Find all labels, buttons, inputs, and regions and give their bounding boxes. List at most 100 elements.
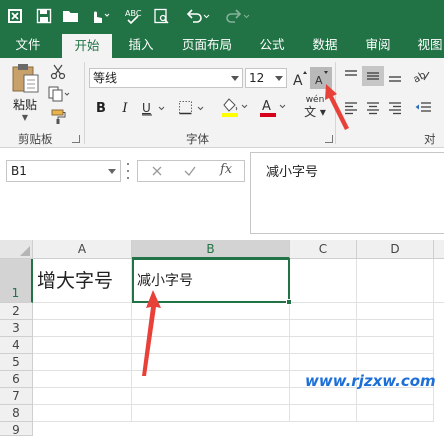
cell-d1[interactable] (357, 259, 434, 303)
grid-cell[interactable] (132, 405, 290, 422)
font-color-button[interactable]: A (256, 95, 290, 119)
grid-cell[interactable] (33, 371, 132, 388)
format-painter-button[interactable] (48, 107, 68, 127)
paste-icon (12, 64, 39, 93)
clipboard-group-label: 剪贴板 (18, 132, 53, 146)
scissors-icon (50, 64, 66, 80)
row-header-6[interactable]: 6 (0, 371, 33, 388)
grid-cell[interactable] (290, 388, 357, 405)
row-header-1[interactable]: 1 (0, 259, 33, 303)
borders-button[interactable] (176, 98, 208, 118)
italic-button[interactable]: I (116, 98, 134, 118)
grid-cell[interactable] (357, 320, 434, 337)
paste-button[interactable]: 粘贴 ▼ (6, 62, 44, 122)
font-name-combo[interactable]: 等线 (89, 68, 243, 88)
cancel-icon[interactable] (150, 164, 164, 181)
grid-cell[interactable] (357, 337, 434, 354)
font-size-combo[interactable]: 12 (245, 68, 287, 88)
tab-file[interactable]: 文件 (6, 31, 50, 58)
row-header-3[interactable]: 3 (0, 320, 33, 337)
cell-c1[interactable] (290, 259, 357, 303)
enter-icon[interactable] (183, 164, 197, 181)
copy-icon (48, 86, 70, 102)
row-header-8[interactable]: 8 (0, 405, 33, 422)
tab-insert[interactable]: 插入 (118, 31, 164, 58)
align-center-icon (367, 102, 379, 115)
row-header-7[interactable]: 7 (0, 388, 33, 405)
chevron-down-icon[interactable] (108, 161, 116, 187)
grid-cell[interactable] (357, 405, 434, 422)
align-middle-button[interactable] (362, 66, 384, 86)
grid-cell[interactable] (33, 354, 132, 371)
grid-cell[interactable] (33, 320, 132, 337)
font-size-value: 12 (249, 71, 265, 85)
touch-mode-icon[interactable] (86, 0, 112, 31)
name-box-value: B1 (11, 164, 27, 178)
grid-cell[interactable] (33, 303, 132, 320)
tab-view[interactable]: 视图 (410, 31, 444, 58)
grid-cell[interactable] (290, 320, 357, 337)
chevron-down-icon[interactable] (230, 69, 240, 87)
row-header-4[interactable]: 4 (0, 337, 33, 354)
select-all-button[interactable] (0, 240, 33, 259)
borders-icon (179, 101, 204, 115)
tab-home[interactable]: 开始 (62, 34, 112, 58)
grid-cell[interactable] (290, 337, 357, 354)
folder-open-icon[interactable] (60, 0, 82, 31)
chevron-down-icon[interactable] (274, 69, 284, 87)
cut-button[interactable] (48, 62, 68, 82)
decrease-indent-button[interactable] (410, 98, 436, 118)
fill-handle[interactable] (286, 299, 292, 305)
tab-review[interactable]: 审阅 (358, 31, 398, 58)
name-box[interactable]: B1 (6, 160, 121, 182)
tab-page-layout[interactable]: 页面布局 (172, 31, 242, 58)
tab-formulas[interactable]: 公式 (252, 31, 292, 58)
spelling-check-icon[interactable]: ABC (122, 0, 144, 31)
column-header-b[interactable]: B (132, 240, 290, 259)
orientation-button[interactable]: ab (410, 66, 436, 86)
grid-cell[interactable] (357, 303, 434, 320)
formula-input[interactable]: 减小字号 (250, 152, 444, 234)
grid-cell[interactable] (132, 388, 290, 405)
grid-cell[interactable] (357, 388, 434, 405)
column-header-e[interactable] (434, 240, 444, 259)
column-header-d[interactable]: D (357, 240, 434, 259)
grid-cell[interactable] (33, 388, 132, 405)
underline-button[interactable]: U (139, 98, 169, 118)
grid-cell[interactable] (290, 303, 357, 320)
svg-text:ABC: ABC (125, 9, 142, 18)
tab-data[interactable]: 数据 (305, 31, 345, 58)
column-header-a[interactable]: A (33, 240, 132, 259)
row-header-9[interactable]: 9 (0, 422, 33, 436)
align-center-button[interactable] (362, 98, 384, 118)
print-preview-icon[interactable] (150, 0, 172, 31)
formula-buttons: fx (137, 160, 245, 182)
column-header-c[interactable]: C (290, 240, 357, 259)
formula-bar-grip[interactable] (127, 163, 131, 179)
copy-button[interactable] (46, 84, 72, 104)
undo-icon[interactable] (184, 0, 212, 31)
bold-icon: B (96, 100, 106, 116)
redo-icon[interactable] (224, 0, 252, 31)
grid-cell[interactable] (290, 354, 357, 371)
cell-a1[interactable]: 增大字号 (33, 259, 132, 303)
row-header-5[interactable]: 5 (0, 354, 33, 371)
save-icon[interactable] (33, 0, 55, 31)
align-bottom-button[interactable] (384, 66, 406, 86)
grid-cell[interactable] (33, 405, 132, 422)
format-painter-icon (51, 109, 66, 124)
cell-e1[interactable] (434, 259, 444, 303)
font-launcher-icon[interactable] (325, 135, 333, 143)
grid-cell[interactable] (290, 405, 357, 422)
grid-cell[interactable] (33, 337, 132, 354)
annotation-arrow-ribbon (325, 84, 349, 130)
increase-font-size-icon: A (293, 71, 307, 87)
grid-cell[interactable] (357, 354, 434, 371)
row-header-2[interactable]: 2 (0, 303, 33, 320)
bold-button[interactable]: B (92, 98, 110, 118)
fill-color-button[interactable] (218, 95, 252, 119)
increase-font-size-button[interactable]: A (291, 67, 309, 89)
clipboard-launcher-icon[interactable] (72, 135, 80, 143)
align-right-button[interactable] (384, 98, 406, 118)
insert-function-icon[interactable]: fx (220, 162, 232, 177)
